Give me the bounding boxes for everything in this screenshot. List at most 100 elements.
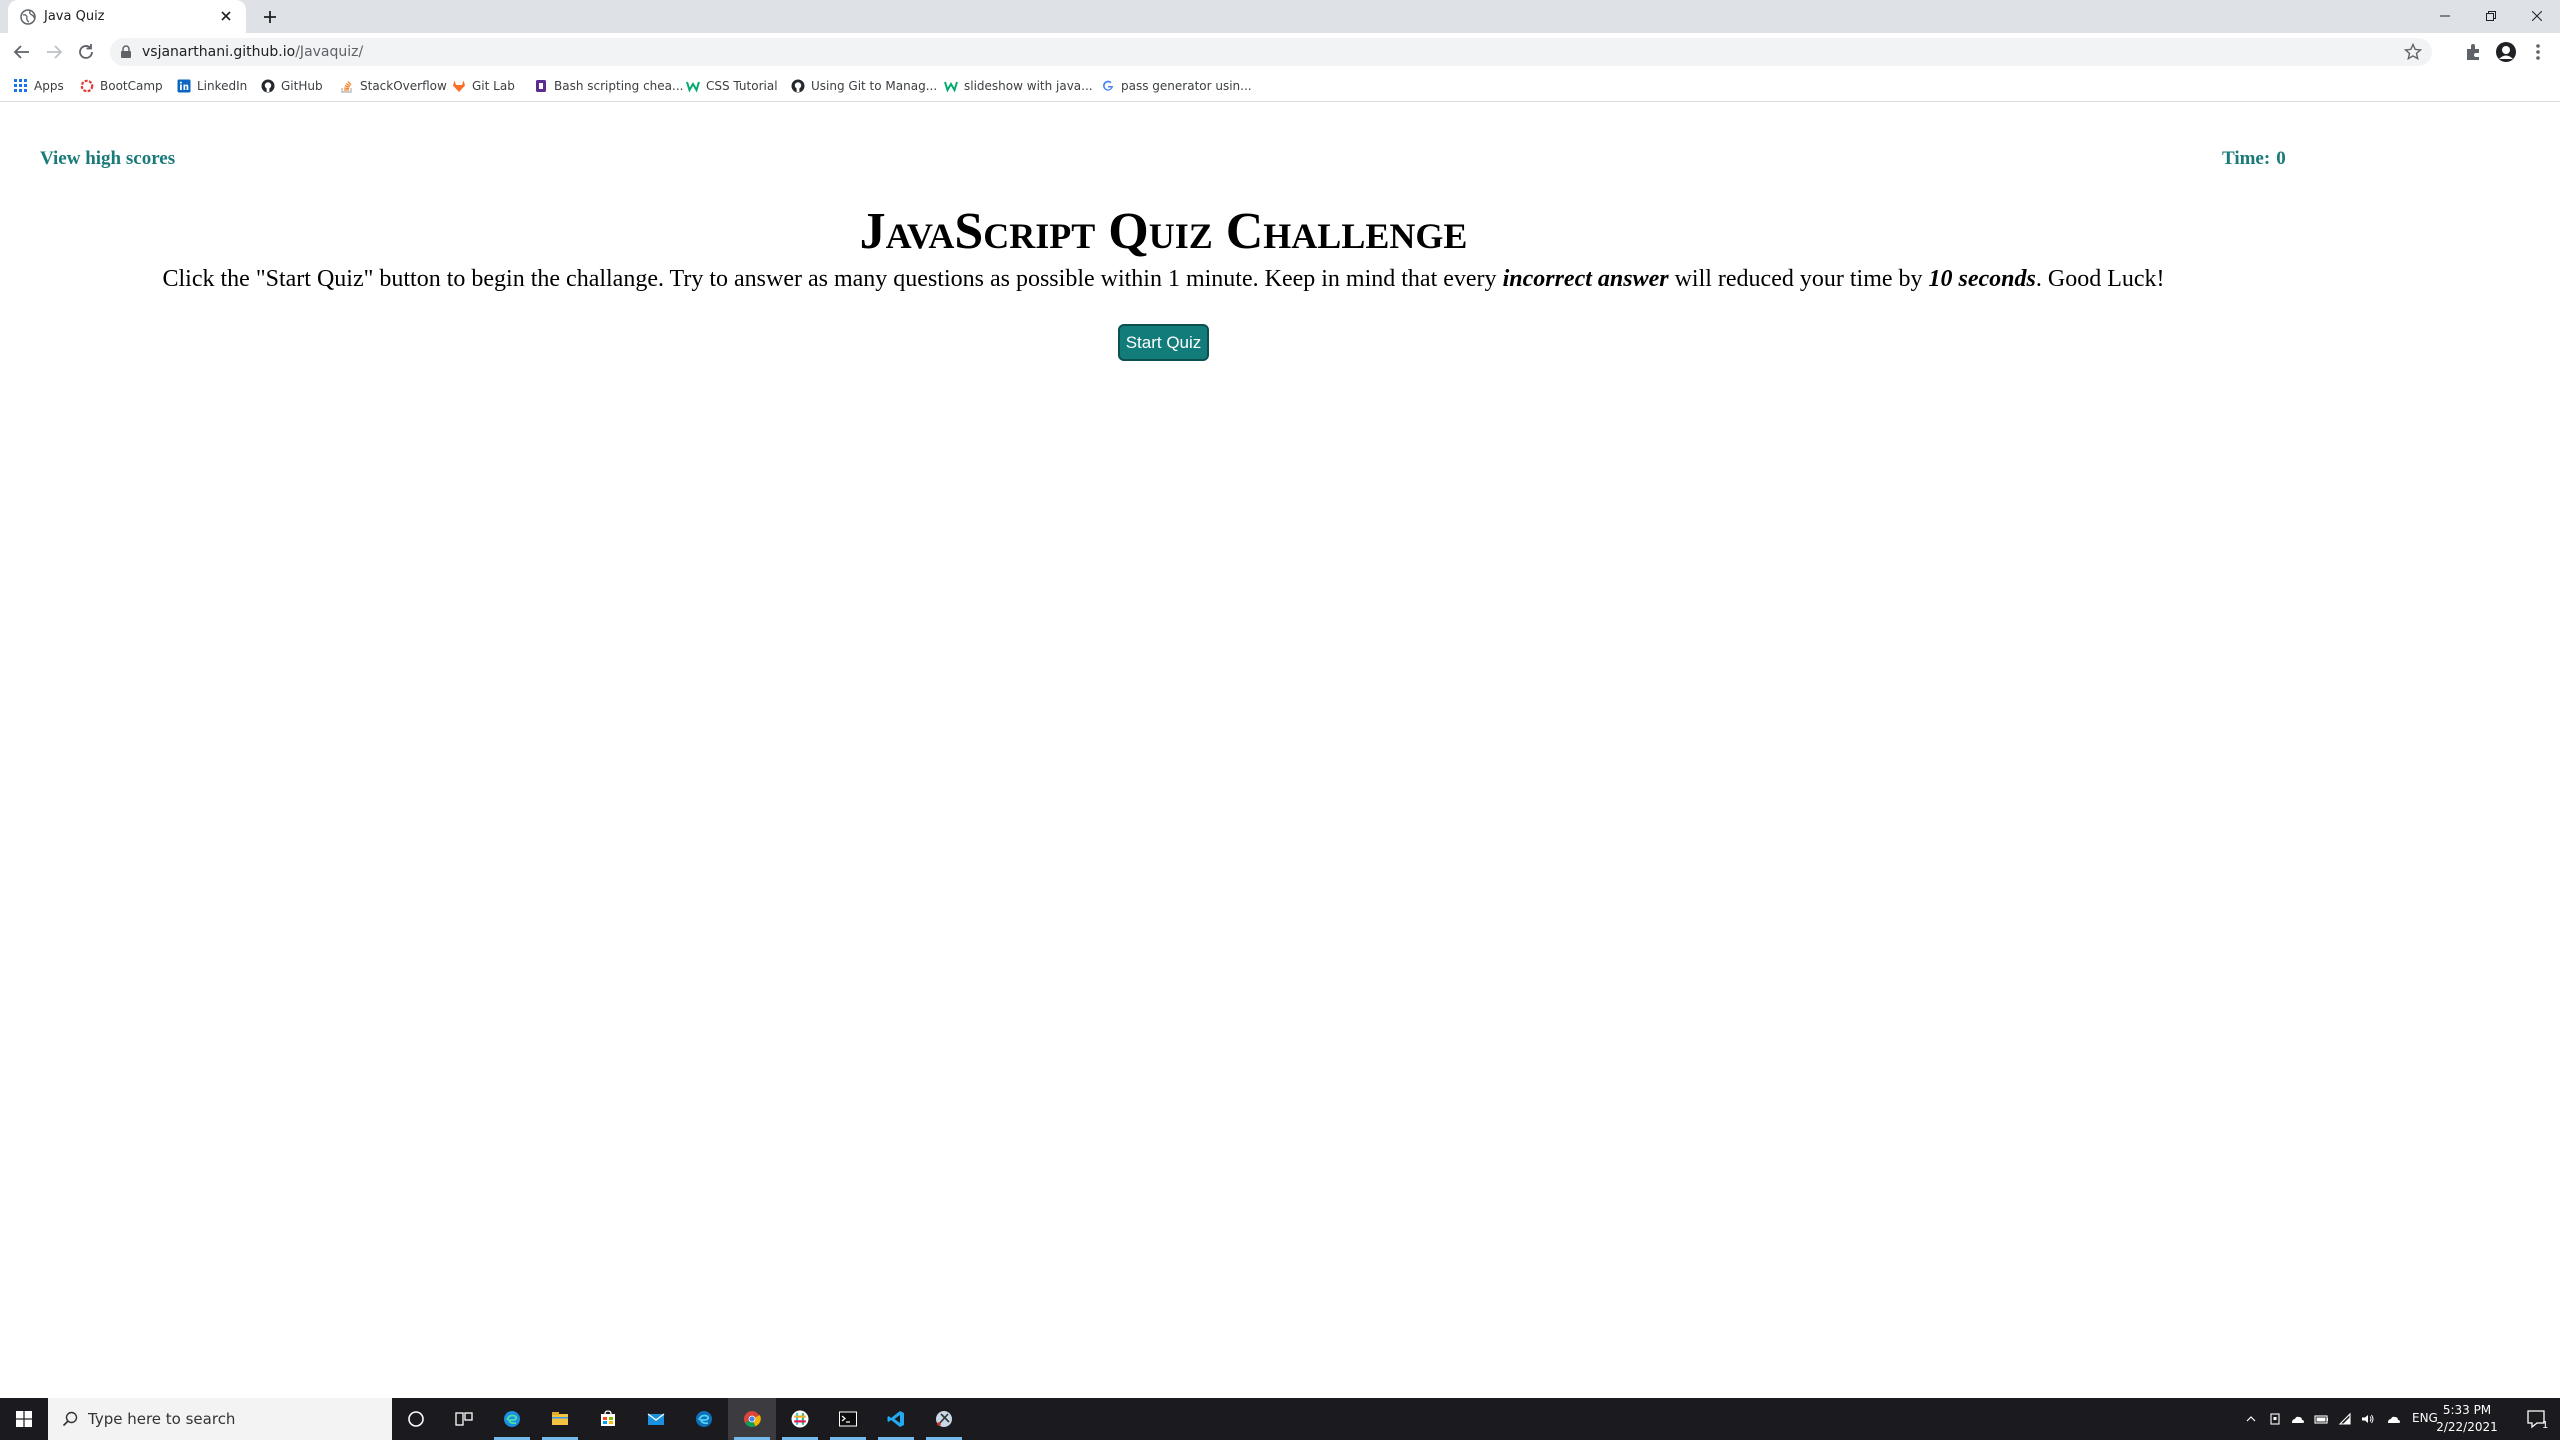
browser-tab[interactable]: Java Quiz	[8, 0, 246, 33]
bookmark-apps[interactable]: Apps	[14, 75, 64, 97]
github-icon	[261, 79, 275, 93]
page-title: JavaScript Quiz Challenge	[859, 203, 1468, 260]
file-explorer-taskbar-button[interactable]	[536, 1398, 584, 1440]
cloud-sync-icon[interactable]	[2386, 1412, 2400, 1426]
mail-icon	[647, 1413, 665, 1425]
google-icon	[1101, 79, 1115, 93]
snipping-tool-taskbar-button[interactable]	[920, 1398, 968, 1440]
bookmark-label: GitHub	[281, 79, 323, 93]
minimize-button[interactable]	[2422, 0, 2468, 33]
bookmark-bootcamp[interactable]: BootCamp	[80, 75, 163, 97]
timer-label: Time:	[2222, 148, 2271, 169]
chrome-icon	[744, 1411, 761, 1427]
search-placeholder: Type here to search	[88, 1410, 236, 1428]
bookmark-pass-generator-usin[interactable]: pass generator usin...	[1101, 75, 1252, 97]
view-high-scores-link[interactable]: View high scores	[40, 148, 175, 170]
reload-icon[interactable]	[74, 40, 98, 64]
apps-grid-icon	[14, 79, 28, 93]
edge-taskbar-button[interactable]	[488, 1398, 536, 1440]
bookmark-github[interactable]: GitHub	[261, 75, 323, 97]
bookmark-bash-scripting-chea[interactable]: Bash scripting chea...	[534, 75, 683, 97]
bookmark-css-tutorial[interactable]: CSS Tutorial	[686, 75, 778, 97]
edge-dev-icon	[696, 1411, 712, 1427]
cortana-taskbar-button[interactable]	[392, 1398, 440, 1440]
extensions-puzzle-icon[interactable]	[2463, 41, 2485, 63]
bookmark-label: BootCamp	[100, 79, 163, 93]
url-text: vsjanarthani.github.io/Javaquiz/	[142, 44, 364, 60]
task-view-taskbar-button[interactable]	[440, 1398, 488, 1440]
address-bar[interactable]: vsjanarthani.github.io/Javaquiz/	[110, 38, 2432, 66]
timer-value: 0	[2276, 148, 2286, 169]
bookmark-star-icon[interactable]	[2404, 43, 2422, 61]
start-button[interactable]	[0, 1398, 48, 1440]
quiz-page: View high scores Time: 0 JavaScript Quiz …	[0, 102, 2560, 1398]
gitlab-icon	[452, 79, 466, 93]
edge-icon	[504, 1411, 520, 1427]
action-center-button[interactable]: 1	[2512, 1398, 2560, 1440]
windows-logo-icon	[16, 1411, 32, 1427]
new-tab-icon[interactable]	[258, 5, 282, 29]
wifi-icon[interactable]	[2338, 1412, 2352, 1426]
forward-arrow-icon[interactable]	[42, 40, 66, 64]
cortana-icon	[408, 1411, 424, 1427]
terminal-icon	[839, 1411, 857, 1427]
back-arrow-icon[interactable]	[10, 40, 34, 64]
restore-button[interactable]	[2468, 0, 2514, 33]
emphasis-10-seconds: 10 seconds	[1928, 266, 2036, 292]
slack-icon	[791, 1410, 809, 1428]
menu-kebab-icon[interactable]	[2527, 41, 2549, 63]
bookmark-label: Git Lab	[472, 79, 515, 93]
tab-strip: Java Quiz	[0, 0, 2560, 33]
restore-icon	[2486, 11, 2496, 21]
bookmark-git-lab[interactable]: Git Lab	[452, 75, 515, 97]
clock-time: 5:33 PM	[2442, 1403, 2492, 1417]
bookmark-linkedin[interactable]: LinkedIn	[177, 75, 247, 97]
mail-taskbar-button[interactable]	[632, 1398, 680, 1440]
chrome-taskbar-button[interactable]	[728, 1398, 776, 1440]
bookmark-using-git-to-manag[interactable]: Using Git to Manag...	[791, 75, 937, 97]
close-icon	[2532, 11, 2542, 21]
bookmark-slideshow-with-java[interactable]: slideshow with java...	[944, 75, 1093, 97]
notification-count: 1	[2542, 1420, 2549, 1431]
device-icon[interactable]	[2268, 1412, 2282, 1426]
show-hidden-icons-icon[interactable]	[2244, 1412, 2258, 1426]
file-explorer-icon	[552, 1412, 568, 1425]
bookmark-label: slideshow with java...	[964, 79, 1093, 93]
windows-taskbar: Type here to search ENG 5:33 PM 2/22/202…	[0, 1398, 2560, 1440]
w3schools-icon	[686, 79, 700, 93]
profile-avatar[interactable]	[2495, 41, 2517, 63]
terminal-taskbar-button[interactable]	[824, 1398, 872, 1440]
search-icon	[62, 1411, 78, 1427]
store-taskbar-button[interactable]	[584, 1398, 632, 1440]
linkedin-icon	[177, 79, 191, 93]
bookmark-label: pass generator usin...	[1121, 79, 1252, 93]
close-window-button[interactable]	[2514, 0, 2560, 33]
bookmark-label: CSS Tutorial	[706, 79, 778, 93]
timer: Time: 0	[2216, 148, 2286, 170]
stackoverflow-icon	[340, 79, 354, 93]
bookmark-stackoverflow[interactable]: StackOverflow	[340, 75, 447, 97]
battery-icon[interactable]	[2314, 1412, 2328, 1426]
slack-taskbar-button[interactable]	[776, 1398, 824, 1440]
vscode-taskbar-button[interactable]	[872, 1398, 920, 1440]
github-icon	[791, 79, 805, 93]
taskbar-clock[interactable]: 5:33 PM 2/22/2021	[2436, 1402, 2498, 1436]
language-indicator[interactable]: ENG	[2412, 1411, 2438, 1440]
store-icon	[601, 1410, 615, 1426]
w3schools-icon	[944, 79, 958, 93]
taskbar-search[interactable]: Type here to search	[48, 1398, 392, 1440]
bookmark-label: Bash scripting chea...	[554, 79, 684, 93]
tab-title: Java Quiz	[44, 9, 105, 24]
start-quiz-button[interactable]: Start Quiz	[1118, 324, 1209, 361]
task-view-icon	[455, 1412, 473, 1426]
globe-icon	[20, 9, 36, 25]
vscode-icon	[887, 1411, 904, 1427]
lock-icon	[121, 45, 131, 58]
bookmark-label: StackOverflow	[360, 79, 447, 93]
bookmark-label: LinkedIn	[197, 79, 248, 93]
edge-dev-taskbar-button[interactable]	[680, 1398, 728, 1440]
volume-icon[interactable]	[2360, 1412, 2374, 1426]
onedrive-icon[interactable]	[2290, 1412, 2304, 1426]
bookmark-label: Using Git to Manag...	[811, 79, 938, 93]
close-tab-icon[interactable]	[216, 6, 236, 26]
